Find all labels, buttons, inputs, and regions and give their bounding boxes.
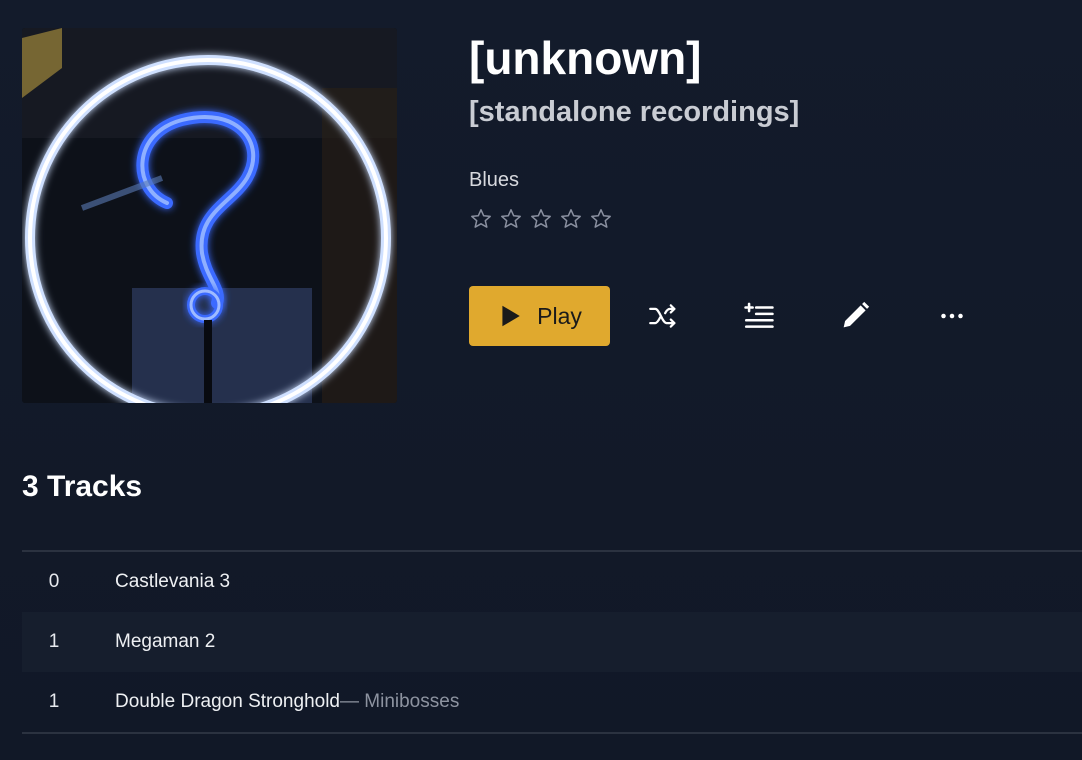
track-artist[interactable]: — Minibosses bbox=[340, 691, 459, 713]
track-row[interactable]: 1 Double Dragon Stronghold — Minibosses bbox=[22, 672, 1082, 732]
play-icon bbox=[502, 305, 520, 327]
star-icon[interactable] bbox=[559, 207, 583, 231]
track-row[interactable]: 0 Castlevania 3 bbox=[22, 552, 1082, 612]
album-cover-image bbox=[22, 28, 397, 403]
tracks-heading: 3 Tracks bbox=[22, 470, 143, 503]
add-to-queue-icon bbox=[744, 302, 774, 328]
play-button-label: Play bbox=[537, 302, 582, 329]
track-number: 0 bbox=[48, 571, 60, 592]
edit-button[interactable] bbox=[837, 298, 873, 334]
add-to-queue-button[interactable] bbox=[741, 298, 777, 334]
pencil-icon bbox=[843, 301, 870, 328]
track-title: Megaman 2 bbox=[115, 631, 216, 652]
track-title: Double Dragon Stronghold bbox=[115, 691, 340, 712]
more-icon bbox=[941, 313, 963, 319]
star-icon[interactable] bbox=[499, 207, 523, 231]
star-rating bbox=[469, 207, 613, 231]
shuffle-button[interactable] bbox=[645, 298, 681, 334]
star-icon[interactable] bbox=[529, 207, 553, 231]
shuffle-icon bbox=[649, 304, 676, 328]
track-list: 0 Castlevania 3 1 Megaman 2 1 Double Dra… bbox=[22, 550, 1082, 734]
track-number: 1 bbox=[48, 691, 60, 712]
play-button[interactable]: Play bbox=[469, 286, 610, 346]
album-subtitle[interactable]: [standalone recordings] bbox=[469, 92, 799, 132]
track-row[interactable]: 1 Megaman 2 bbox=[22, 612, 1082, 672]
genre-label[interactable]: Blues bbox=[469, 168, 519, 192]
star-icon[interactable] bbox=[469, 207, 493, 231]
more-options-button[interactable] bbox=[934, 298, 970, 334]
track-title: Castlevania 3 bbox=[115, 571, 231, 592]
album-title: [unknown] bbox=[469, 32, 702, 84]
album-actions: Play bbox=[469, 286, 989, 346]
star-icon[interactable] bbox=[589, 207, 613, 231]
album-page: [unknown] [standalone recordings] Blues … bbox=[0, 0, 1082, 760]
track-number: 1 bbox=[48, 631, 60, 652]
